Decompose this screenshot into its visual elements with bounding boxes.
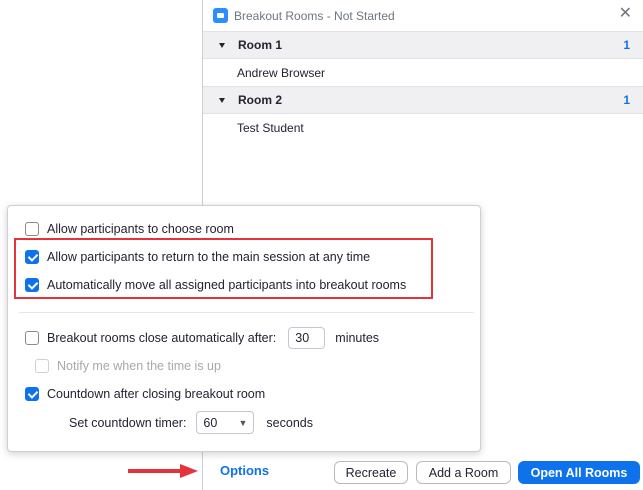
countdown-timer-label: Set countdown timer: — [69, 415, 187, 430]
room-row-2[interactable]: Room 2 1 — [203, 86, 643, 114]
checkbox[interactable] — [25, 331, 39, 345]
option-countdown[interactable]: Countdown after closing breakout room — [25, 387, 265, 401]
add-room-button[interactable]: Add a Room — [416, 461, 511, 484]
checkbox — [35, 359, 49, 373]
caret-down-icon[interactable] — [219, 97, 225, 103]
open-all-rooms-button[interactable]: Open All Rooms — [518, 461, 640, 484]
title-bar: Breakout Rooms - Not Started ✕ — [203, 0, 643, 31]
option-allow-choose-room[interactable]: Allow participants to choose room — [25, 222, 234, 236]
countdown-timer-select[interactable]: 60 ▼ — [196, 411, 255, 434]
zoom-camera-icon — [213, 8, 228, 23]
chevron-down-icon: ▼ — [238, 417, 248, 428]
minutes-input[interactable]: 30 — [288, 327, 326, 349]
checkbox[interactable] — [25, 222, 39, 236]
recreate-button[interactable]: Recreate — [334, 461, 408, 484]
room-row-1[interactable]: Room 1 1 — [203, 31, 643, 59]
divider — [19, 312, 474, 313]
select-value: 60 — [203, 415, 218, 430]
arrow-right-icon — [128, 464, 198, 478]
options-link[interactable]: Options — [220, 463, 269, 478]
participant-item[interactable]: Test Student — [203, 114, 643, 141]
checkbox[interactable] — [25, 387, 39, 401]
option-label: Allow participants to choose room — [47, 222, 234, 236]
caret-down-icon[interactable] — [219, 42, 225, 48]
close-icon[interactable]: ✕ — [619, 6, 632, 22]
option-notify: Notify me when the time is up — [35, 359, 221, 373]
option-label: Breakout rooms close automatically after… — [47, 331, 277, 345]
window-title: Breakout Rooms - Not Started — [234, 8, 395, 23]
seconds-label: seconds — [266, 415, 313, 430]
countdown-timer-row: Set countdown timer: 60 ▼ seconds — [69, 411, 313, 434]
room-name: Room 2 — [238, 93, 283, 107]
participant-item[interactable]: Andrew Browser — [203, 59, 643, 86]
option-label: Notify me when the time is up — [57, 359, 221, 373]
room-participant-count: 1 — [623, 93, 630, 107]
room-name: Room 1 — [238, 38, 283, 52]
minutes-label: minutes — [335, 331, 380, 345]
room-participant-count: 1 — [623, 38, 630, 52]
option-label: Countdown after closing breakout room — [47, 387, 266, 401]
highlight-box — [14, 238, 433, 299]
option-auto-close[interactable]: Breakout rooms close automatically after… — [25, 327, 379, 349]
